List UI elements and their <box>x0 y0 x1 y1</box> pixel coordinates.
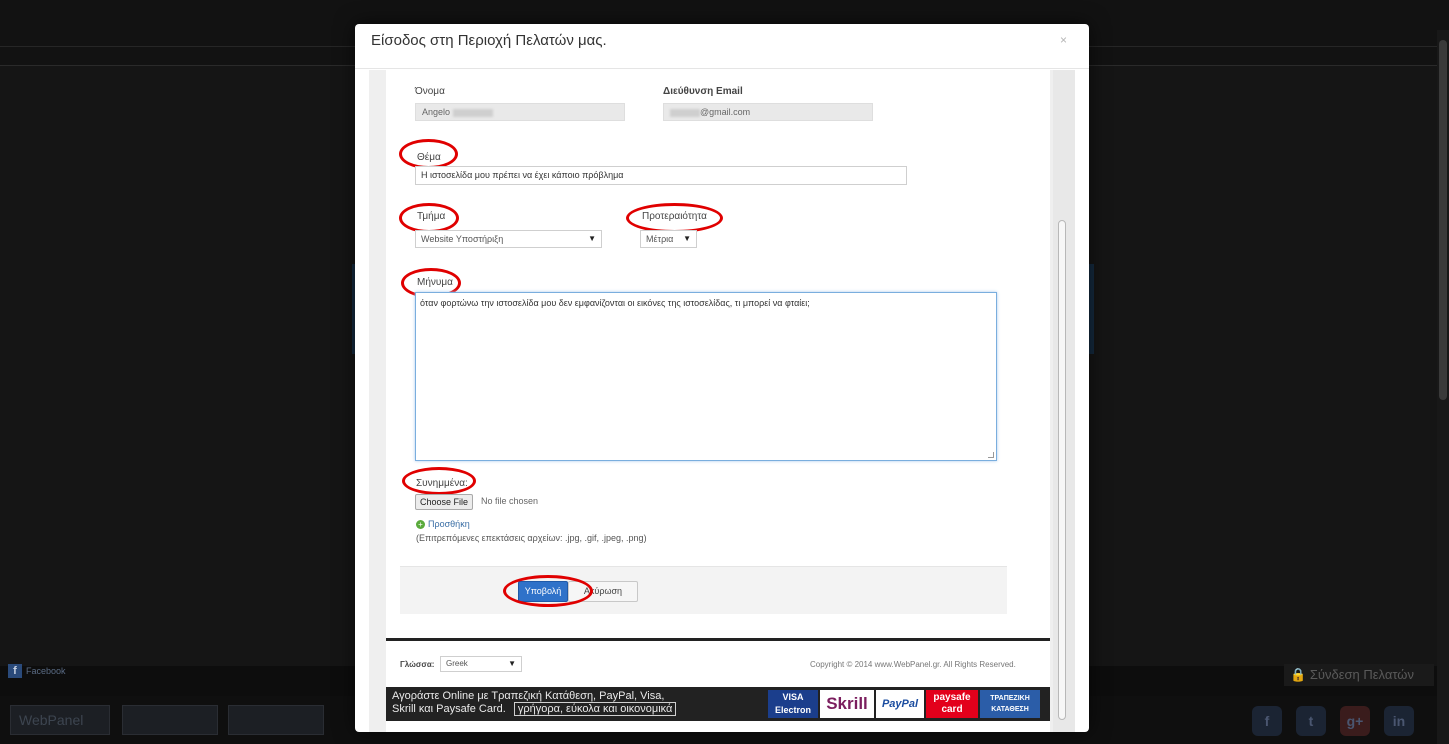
page-scrollbar <box>1437 30 1449 744</box>
message-textarea[interactable]: όταν φορτώνω την ιστοσελίδα μου δεν εμφα… <box>415 292 997 461</box>
copyright-text: Copyright © 2014 www.WebPanel.gr. All Ri… <box>810 660 1016 669</box>
name-field: Angelo <box>415 103 625 121</box>
facebook-widget: f Facebook <box>8 664 66 678</box>
redacted-text <box>670 108 700 117</box>
payment-banner: Αγοράστε Online με Τραπεζική Κατάθεση, P… <box>386 687 1050 721</box>
modal-title: Είσοδος στη Περιοχή Πελατών μας. <box>371 32 607 49</box>
client-login-link: 🔒 Σύνδεση Πελατών <box>1284 664 1434 686</box>
modal-body: Όνομα Angelo Διεύθυνση Email @gmail.com … <box>369 70 1075 732</box>
partner-logo <box>122 705 218 735</box>
paysafe-logo-text: paysafe <box>933 692 971 703</box>
name-label: Όνομα <box>415 86 445 97</box>
googleplus-social-icon: g+ <box>1340 706 1370 736</box>
paysafecard-logo: paysafe card <box>926 690 978 718</box>
partner-logo <box>228 705 324 735</box>
client-login-label: Σύνδεση Πελατών <box>1309 667 1414 682</box>
payment-text: Αγοράστε Online με Τραπεζική Κατάθεση, P… <box>392 690 677 716</box>
visa-electron-logo: VISA Electron <box>768 690 818 718</box>
dropdown-arrow-icon: ▼ <box>683 234 691 243</box>
attachments-label: Συνημμένα: <box>416 478 468 489</box>
department-value: Website Υποστήριξη <box>421 234 504 244</box>
payment-highlight: γρήγορα, εύκολα και οικονομικά <box>513 702 677 716</box>
department-select[interactable]: Website Υποστήριξη ▼ <box>415 230 602 248</box>
allowed-extensions-note: (Επιτρεπόμενες επεκτάσεις αρχείων: .jpg,… <box>416 533 647 543</box>
add-attachment-link[interactable]: + Προσθήκη <box>416 519 470 530</box>
paysafe-logo-subtext: card <box>941 704 963 715</box>
visa-logo-subtext: Electron <box>774 705 811 715</box>
paypal-logo: PayPal <box>876 690 924 718</box>
bank-logo-subtext: ΚΑΤΑΘΕΣΗ <box>991 706 1029 713</box>
subject-input[interactable]: Η ιστοσελίδα μου πρέπει να έχει κάποιο π… <box>415 166 907 185</box>
priority-value: Μέτρια <box>646 234 674 244</box>
modal-scrollbar[interactable] <box>1053 70 1075 732</box>
email-value: @gmail.com <box>700 107 751 117</box>
linkedin-social-icon: in <box>1384 706 1414 736</box>
cancel-button[interactable]: Ακύρωση <box>568 581 638 602</box>
form-actions: Υποβολή Ακύρωση <box>400 566 1007 614</box>
language-value: Greek <box>446 659 468 668</box>
site-footer: Γλώσσα: Greek ▼ Copyright © 2014 www.WebP… <box>386 638 1050 732</box>
webpanel-logo-text: WebPanel <box>19 712 84 728</box>
facebook-icon: f <box>8 664 22 678</box>
close-icon[interactable]: × <box>1060 33 1067 47</box>
message-label: Μήνυμα <box>417 277 453 288</box>
priority-select[interactable]: Μέτρια ▼ <box>640 230 697 248</box>
add-attachment-label: Προσθήκη <box>428 519 470 529</box>
visa-logo-text: VISA <box>782 692 804 702</box>
resize-handle[interactable] <box>988 452 994 458</box>
page-scrollbar-thumb <box>1439 40 1447 400</box>
file-status: No file chosen <box>481 496 539 506</box>
message-value: όταν φορτώνω την ιστοσελίδα μου δεν εμφα… <box>420 298 810 308</box>
bank-logo-text: ΤΡΑΠΕΖΙΚΗ <box>990 695 1030 702</box>
ticket-form: Όνομα Angelo Διεύθυνση Email @gmail.com … <box>386 70 1050 732</box>
name-value: Angelo <box>422 107 451 117</box>
client-area-modal: Είσοδος στη Περιοχή Πελατών μας. × Όνομα… <box>355 24 1089 732</box>
priority-label: Προτεραιότητα <box>642 211 707 222</box>
dropdown-arrow-icon: ▼ <box>588 234 596 243</box>
subject-label: Θέμα <box>417 152 441 163</box>
language-label: Γλώσσα: <box>400 660 435 669</box>
language-select[interactable]: Greek ▼ <box>440 656 522 672</box>
skrill-logo: Skrill <box>820 690 874 718</box>
submit-button[interactable]: Υποβολή <box>518 581 568 602</box>
facebook-label: Facebook <box>26 666 66 676</box>
bank-deposit-logo: ΤΡΑΠΕΖΙΚΗ ΚΑΤΑΘΕΣΗ <box>980 690 1040 718</box>
redacted-text <box>452 108 493 117</box>
modal-divider <box>355 68 1089 69</box>
modal-scrollbar-thumb[interactable] <box>1058 220 1066 720</box>
webpanel-logo: WebPanel <box>10 705 110 735</box>
choose-file-button[interactable]: Choose File <box>415 494 474 510</box>
email-label: Διεύθυνση Email <box>663 86 743 97</box>
payment-line-2: Skrill και Paysafe Card. <box>392 703 506 715</box>
email-field: @gmail.com <box>663 103 873 121</box>
twitter-social-icon: t <box>1296 706 1326 736</box>
add-icon: + <box>416 520 425 530</box>
facebook-social-icon: f <box>1252 706 1282 736</box>
department-label: Τμήμα <box>417 211 446 222</box>
dropdown-arrow-icon: ▼ <box>508 659 516 668</box>
